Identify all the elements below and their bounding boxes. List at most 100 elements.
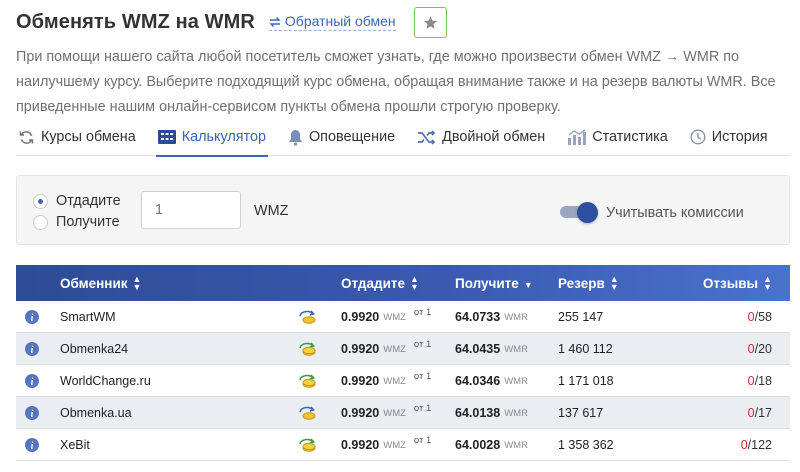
amount-input[interactable] [141, 191, 241, 229]
amount-currency: WMZ [254, 203, 289, 219]
shuffle-icon [418, 129, 436, 145]
get-amount: 64.0028 [455, 438, 501, 452]
table-row[interactable]: i Obmenka.ua 0.9920 WMZ от 1 64.0138 WMR 137 61… [16, 397, 790, 429]
table-row[interactable]: i SmartWM 0.9920 WMZ от 1 64.0733 WMR 255 147 0/… [16, 301, 790, 333]
page-title: Обменять WMZ на WMR [16, 10, 255, 33]
exchanger-name[interactable]: Obmenka24 [60, 333, 128, 365]
give-unit: WMZ [383, 343, 406, 355]
sort-desc-icon: ▼ [523, 280, 533, 290]
tab-label: Оповещение [308, 129, 396, 145]
tab-double-exchange[interactable]: Двойной обмен [415, 118, 547, 156]
min-amount: от 1 [413, 434, 432, 446]
give-cell: 0.9920 WMZ от 1 [341, 397, 431, 429]
table-row[interactable]: i WorldChange.ru 0.9920 WMZ от 1 64.0346 WMR 1 … [16, 365, 790, 397]
header-exchanger[interactable]: Обменник ▲ ▼ [60, 265, 141, 301]
svg-text:i: i [31, 409, 34, 420]
tab-history[interactable]: История [688, 118, 770, 156]
get-radio-label: Получите [56, 214, 120, 230]
tab-rates[interactable]: Курсы обмена [16, 118, 138, 156]
give-cell: 0.9920 WMZ от 1 [341, 333, 431, 365]
header-get-label: Получите [455, 275, 519, 291]
table-body: i SmartWM 0.9920 WMZ от 1 64.0733 WMR 255 147 0/… [16, 301, 790, 461]
min-amount: от 1 [413, 338, 432, 350]
exchanger-name[interactable]: Obmenka.ua [60, 397, 132, 429]
exchange-mode [297, 333, 319, 365]
get-amount: 64.0733 [455, 310, 501, 324]
info-button[interactable]: i [25, 429, 40, 461]
give-radio[interactable]: Отдадите [33, 193, 121, 209]
tab-label: Калькулятор [181, 129, 266, 145]
get-cell: 64.0733 WMR [455, 301, 528, 333]
info-button[interactable]: i [25, 301, 40, 333]
svg-text:i: i [31, 441, 34, 452]
positive-reviews: 17 [758, 406, 772, 420]
give-unit: WMZ [383, 375, 406, 387]
header-give[interactable]: Отдадите ▲ ▼ [341, 265, 419, 301]
header-get[interactable]: Получите ▼ [455, 265, 533, 301]
exchange-mode [297, 301, 319, 333]
get-cell: 64.0346 WMR [455, 365, 528, 397]
give-unit: WMZ [383, 407, 406, 419]
tab-statistics[interactable]: Статистика [565, 118, 670, 156]
exchanger-name[interactable]: WorldChange.ru [60, 365, 151, 397]
reverse-exchange-link[interactable]: Обратный обмен [268, 13, 396, 31]
positive-reviews: 122 [751, 438, 772, 452]
give-unit: WMZ [383, 311, 406, 323]
info-button[interactable]: i [25, 333, 40, 365]
get-amount: 64.0435 [455, 342, 501, 356]
reviews-count[interactable]: 0/58 [748, 301, 772, 333]
get-cell: 64.0028 WMR [455, 429, 528, 461]
reviews-count[interactable]: 0/20 [748, 333, 772, 365]
header-reserve[interactable]: Резерв ▲ ▼ [558, 265, 619, 301]
reviews-count[interactable]: 0/17 [748, 397, 772, 429]
exchange-mode-icon [299, 438, 316, 452]
reviews-count[interactable]: 0/18 [748, 365, 772, 397]
exchange-mode-icon [299, 342, 316, 356]
get-radio[interactable]: Получите [33, 214, 120, 230]
reviews-count[interactable]: 0/122 [741, 429, 772, 461]
svg-text:i: i [31, 377, 34, 388]
info-icon: i [25, 438, 39, 452]
give-amount: 0.9920 [341, 438, 380, 452]
tab-label: Статистика [592, 129, 668, 145]
star-icon [423, 15, 437, 29]
min-amount: от 1 [413, 402, 432, 414]
calculator-panel: Отдадите Получите WMZ Учитывать комиссии [16, 175, 790, 245]
exchange-mode [297, 397, 319, 429]
exchanger-name[interactable]: XeBit [60, 429, 90, 461]
exchanger-name[interactable]: SmartWM [60, 301, 116, 333]
negative-reviews: 0 [747, 374, 755, 388]
positive-reviews: 20 [758, 342, 772, 356]
get-cell: 64.0138 WMR [455, 397, 528, 429]
sort-icon: ▲ ▼ [763, 274, 772, 292]
favorite-button[interactable] [413, 6, 447, 38]
svg-text:i: i [31, 313, 34, 324]
swap-icon [269, 16, 281, 27]
negative-reviews: 0 [747, 310, 755, 324]
bell-icon [288, 129, 302, 146]
get-unit: WMR [504, 343, 528, 355]
header-reviews-label: Отзывы [702, 275, 759, 291]
get-unit: WMR [504, 375, 528, 387]
tab-notifications[interactable]: Оповещение [286, 118, 397, 156]
give-radio-dot[interactable] [33, 193, 48, 209]
header-exchanger-label: Обменник [60, 275, 128, 291]
svg-text:i: i [31, 345, 34, 356]
header-reviews[interactable]: Отзывы ▲ ▼ [703, 265, 772, 301]
get-cell: 64.0435 WMR [455, 333, 528, 365]
info-button[interactable]: i [25, 365, 40, 397]
tab-label: Курсы обмена [41, 129, 136, 145]
negative-reviews: 0 [747, 406, 755, 420]
sort-icon: ▲ ▼ [609, 274, 619, 292]
commission-toggle[interactable] [560, 202, 598, 223]
tab-calculator[interactable]: Калькулятор [155, 118, 269, 157]
get-radio-dot[interactable] [33, 214, 48, 230]
page-header: Обменять WMZ на WMR Обратный обмен [16, 6, 447, 38]
info-icon: i [25, 406, 39, 420]
get-amount: 64.0346 [455, 374, 501, 388]
table-row[interactable]: i Obmenka24 0.9920 WMZ от 1 64.0435 WMR 1 460 1… [16, 333, 790, 365]
page-description: При помощи нашего сайта любой посетитель… [16, 49, 776, 115]
info-button[interactable]: i [25, 397, 40, 429]
info-icon: i [25, 374, 39, 388]
table-row[interactable]: i XeBit 0.9920 WMZ от 1 64.0028 WMR 1 358 362 0/… [16, 429, 790, 461]
